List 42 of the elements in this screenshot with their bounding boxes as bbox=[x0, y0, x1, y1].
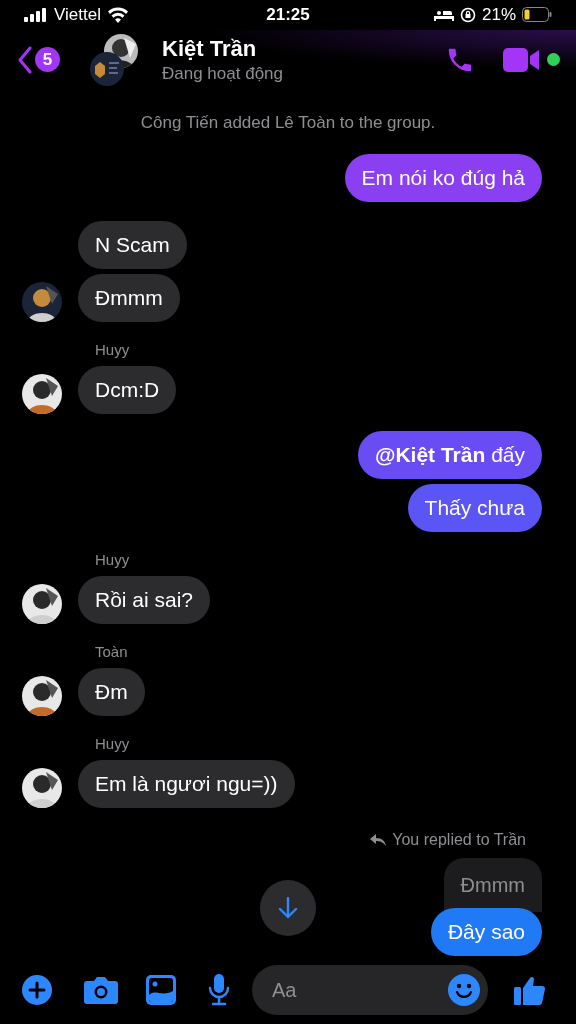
camera-icon[interactable] bbox=[84, 976, 118, 1005]
quoted-message: Đmmm bbox=[443, 858, 542, 913]
message-bubble: N Scam bbox=[78, 221, 187, 270]
emoji-icon[interactable] bbox=[448, 974, 480, 1007]
system-notice: Công Tiến added Lê Toàn to the group. bbox=[140, 111, 436, 134]
carrier-name: Viettel bbox=[54, 4, 101, 27]
sender-name: Huyy bbox=[95, 549, 130, 570]
back-chevron-icon bbox=[18, 45, 32, 74]
message-bubble: Đm bbox=[78, 668, 145, 717]
message-bubble: Rồi ai sai? bbox=[78, 576, 211, 625]
back-button[interactable]: 5 bbox=[18, 45, 60, 74]
battery-percent: 21% bbox=[481, 4, 516, 27]
message-bubble: Thấy chưa bbox=[407, 484, 542, 533]
unread-badge: 5 bbox=[35, 47, 60, 73]
scroll-down-button[interactable] bbox=[260, 880, 316, 936]
active-status: Đang hoạt động bbox=[162, 62, 283, 85]
contact-name: Kiệt Trần bbox=[162, 35, 258, 63]
gallery-icon[interactable] bbox=[146, 975, 176, 1006]
microphone-icon[interactable] bbox=[208, 974, 230, 1007]
signal-icon bbox=[24, 7, 48, 22]
down-arrow-icon bbox=[278, 897, 298, 919]
message-bubble: @Kiệt Trần đấy bbox=[357, 431, 542, 480]
add-icon[interactable] bbox=[22, 975, 52, 1006]
sender-name: Toàn bbox=[95, 641, 128, 662]
message-bubble: Đây sao bbox=[430, 908, 542, 957]
video-call-button[interactable] bbox=[503, 46, 541, 73]
reply-icon bbox=[370, 834, 387, 847]
battery-icon bbox=[522, 7, 552, 23]
sender-name: Huyy bbox=[95, 339, 130, 360]
message-bubble: Dcm:D bbox=[78, 366, 177, 415]
rotation-lock-icon bbox=[459, 6, 476, 23]
message-field[interactable]: Aa bbox=[252, 965, 488, 1016]
thumbs-up-icon[interactable] bbox=[514, 974, 546, 1007]
message-bubble: Em nói ko đúg hả bbox=[344, 154, 542, 203]
reply-label: You replied to Trần bbox=[392, 830, 526, 851]
message-bubble: Em là ngươi ngu=)) bbox=[78, 760, 295, 809]
sender-name: Huyy bbox=[95, 733, 130, 754]
wifi-icon bbox=[106, 6, 129, 23]
clock-time: 21:25 bbox=[266, 4, 310, 27]
video-camera-icon bbox=[503, 46, 541, 73]
message-bubble: Đmmm bbox=[78, 274, 180, 323]
bed-icon bbox=[433, 8, 454, 22]
